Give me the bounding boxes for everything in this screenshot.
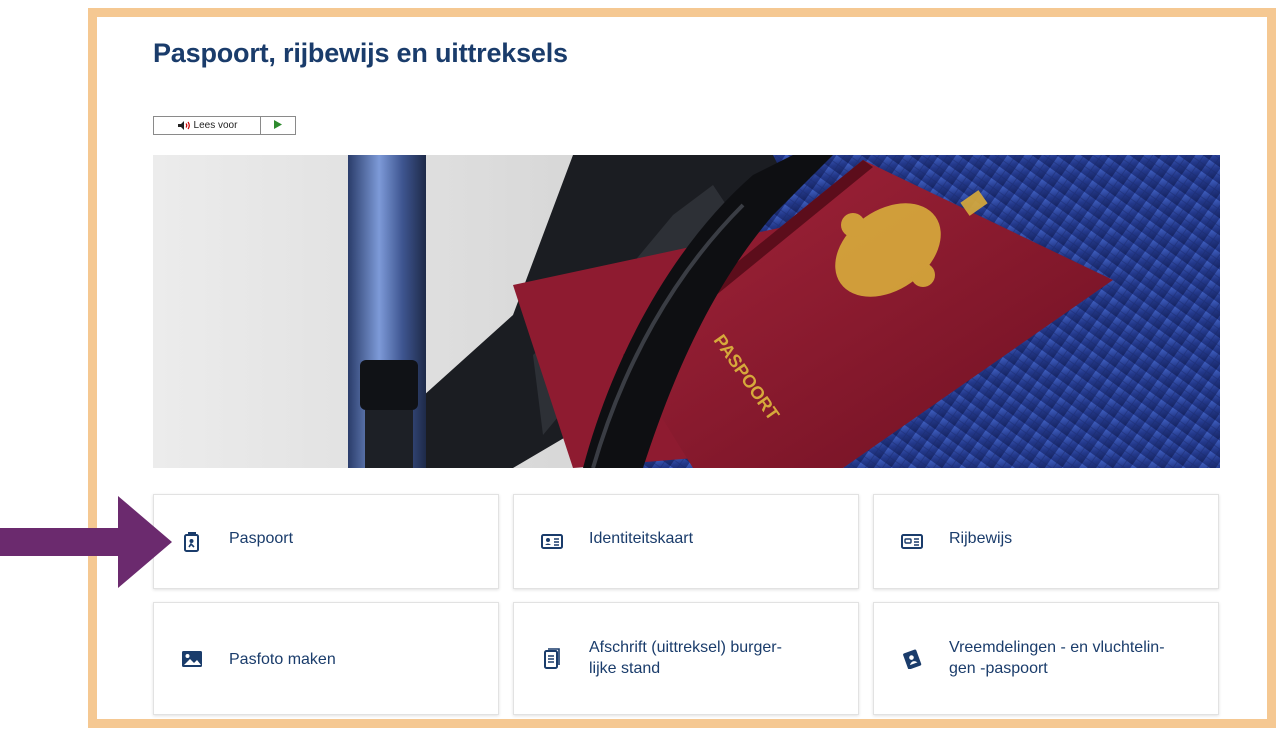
document-icon xyxy=(540,647,564,671)
play-button[interactable] xyxy=(261,117,295,134)
tile-label: Vreemdelingen - en vluchtelin- gen -pasp… xyxy=(949,639,1165,677)
driving-license-icon xyxy=(900,530,924,554)
tile-label: Rijbewijs xyxy=(949,530,1013,547)
tile-vreemdelingenpaspoort[interactable]: Vreemdelingen - en vluchtelin- gen -pasp… xyxy=(873,602,1219,715)
read-aloud-button[interactable]: Lees voor xyxy=(154,117,261,134)
page-title: Paspoort, rijbewijs en uittreksels xyxy=(153,38,568,68)
read-aloud-label: Lees voor xyxy=(193,120,238,131)
tile-paspoort[interactable]: Paspoort xyxy=(153,494,499,589)
photo-icon xyxy=(180,647,204,671)
passport-icon xyxy=(180,530,204,554)
tile-pasfoto-maken[interactable]: Pasfoto maken xyxy=(153,602,499,715)
id-card-icon xyxy=(540,530,564,554)
purple-arrow-annotation xyxy=(0,496,172,588)
tile-afschrift[interactable]: Afschrift (uittreksel) burger- lijke sta… xyxy=(513,602,859,715)
tile-label: Pasfoto maken xyxy=(229,651,336,668)
tile-label: Afschrift (uittreksel) burger- lijke sta… xyxy=(589,639,782,677)
hero-image: PASPOORT xyxy=(153,155,1220,468)
tile-label: Paspoort xyxy=(229,530,294,547)
tile-label: Identiteitskaart xyxy=(589,530,694,547)
tile-identiteitskaart[interactable]: Identiteitskaart xyxy=(513,494,859,589)
refugee-passport-icon xyxy=(900,647,924,671)
speaker-icon xyxy=(177,120,191,131)
readspeaker-widget: Lees voor xyxy=(153,116,296,135)
play-icon xyxy=(274,119,282,132)
tile-rijbewijs[interactable]: Rijbewijs xyxy=(873,494,1219,589)
